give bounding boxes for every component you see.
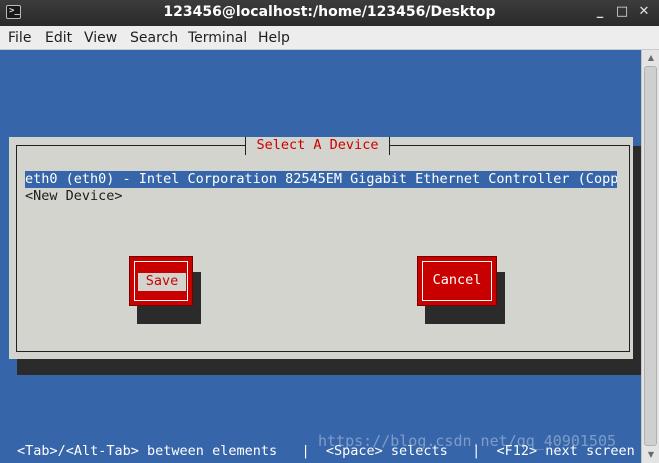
scroll-up-arrow-icon[interactable]: ▲ bbox=[646, 54, 656, 62]
menu-terminal[interactable]: Terminal bbox=[188, 30, 247, 46]
menu-search[interactable]: Search bbox=[130, 30, 178, 46]
minimize-button[interactable]: _ bbox=[592, 4, 608, 20]
cancel-button-label: Cancel bbox=[432, 272, 482, 288]
window-titlebar: >_ 123456@localhost:/home/123456/Desktop… bbox=[0, 0, 659, 26]
maximize-button[interactable]: □ bbox=[614, 4, 630, 20]
save-button-label: Save bbox=[138, 273, 186, 291]
menu-view[interactable]: View bbox=[84, 30, 117, 46]
vertical-scrollbar[interactable]: ▲ ▼ bbox=[641, 50, 659, 463]
device-list-item-eth0[interactable]: eth0 (eth0) - Intel Corporation 82545EM … bbox=[25, 171, 617, 188]
window-title: 123456@localhost:/home/123456/Desktop bbox=[163, 4, 496, 20]
dialog-title: Select A Device bbox=[245, 137, 390, 155]
scroll-down-arrow-icon[interactable]: ▼ bbox=[646, 451, 656, 459]
save-button[interactable]: Save bbox=[129, 256, 193, 306]
scrollbar-thumb[interactable] bbox=[644, 66, 657, 446]
device-list-item-new-device[interactable]: <New Device> bbox=[25, 188, 123, 205]
close-button[interactable]: ✕ bbox=[636, 4, 652, 20]
cancel-button[interactable]: Cancel bbox=[417, 256, 497, 306]
menu-file[interactable]: File bbox=[8, 30, 31, 46]
watermark: https://blog.csdn.net/qq_40901505 bbox=[318, 432, 617, 450]
dialog-shadow-right bbox=[632, 146, 641, 375]
menu-help[interactable]: Help bbox=[258, 30, 290, 46]
dialog-shadow-bottom bbox=[17, 359, 641, 375]
menu-bar: File Edit View Search Terminal Help bbox=[0, 26, 659, 50]
menu-edit[interactable]: Edit bbox=[45, 30, 72, 46]
